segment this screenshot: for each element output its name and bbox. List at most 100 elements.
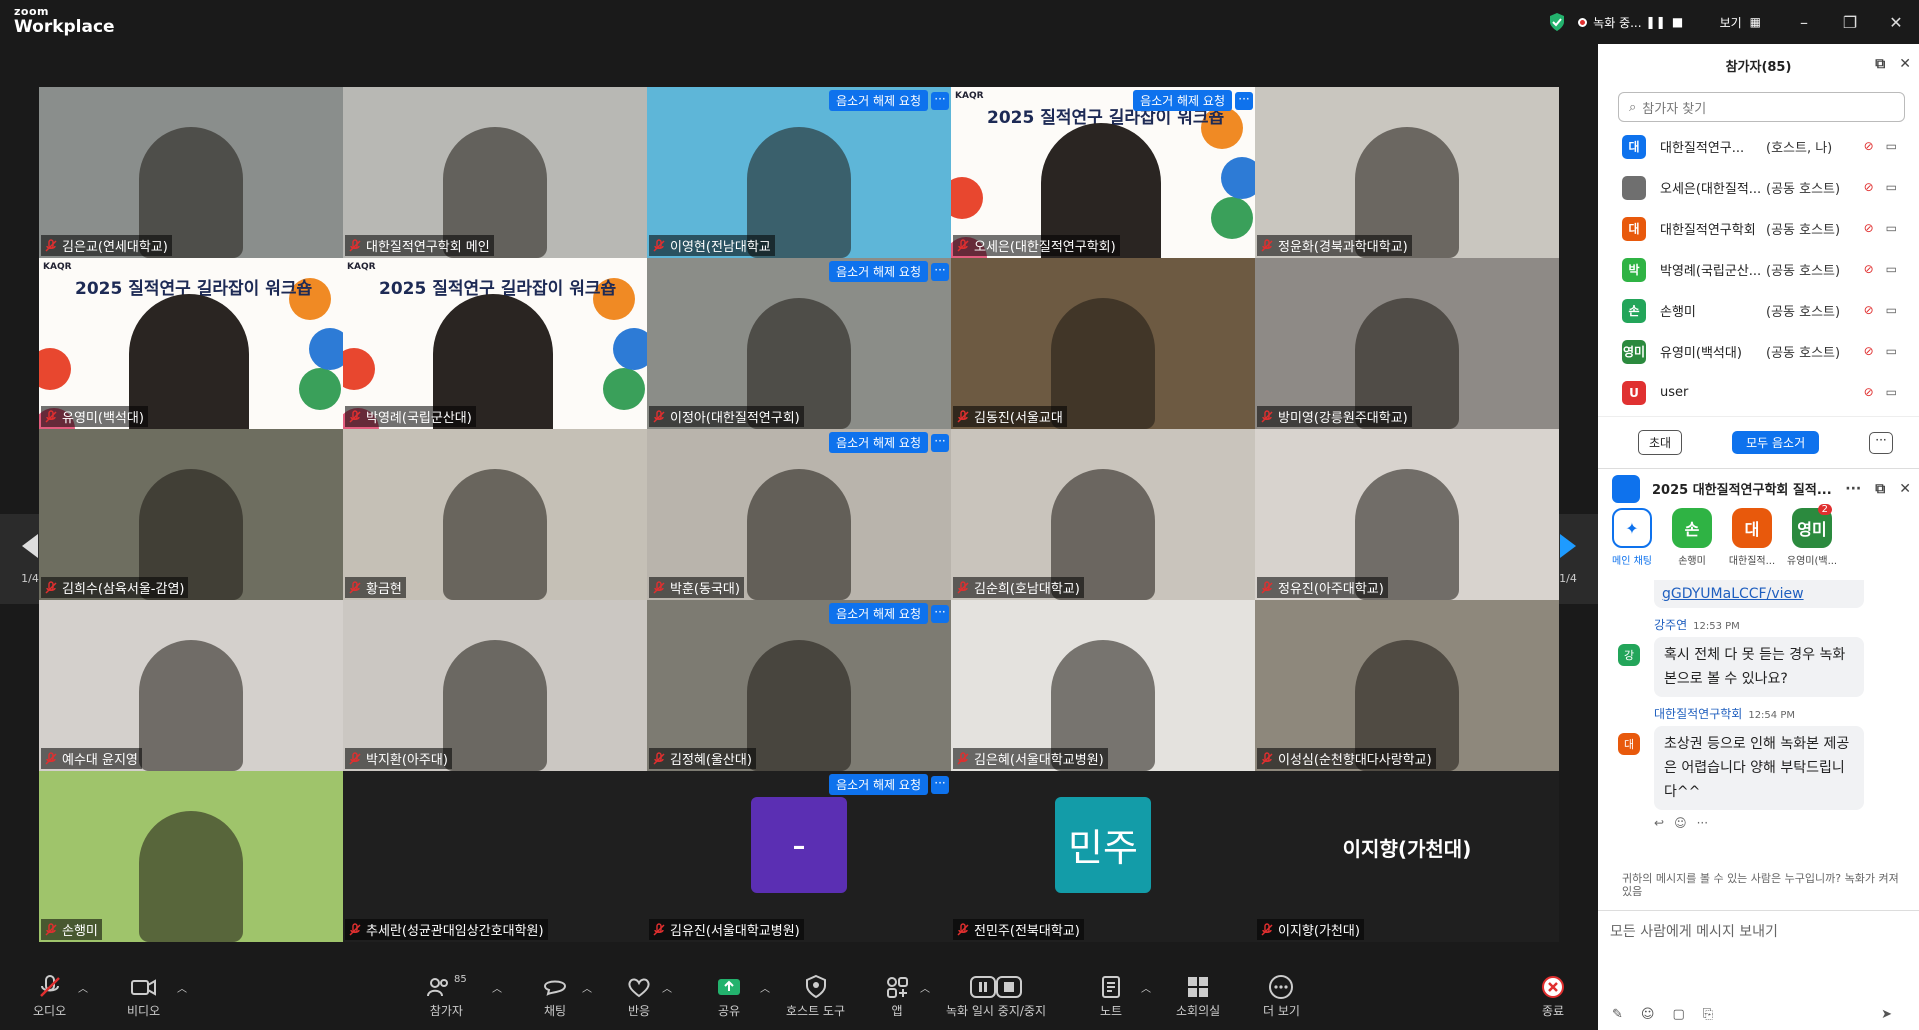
muted-mic-icon[interactable]: ⊘ (1864, 139, 1874, 153)
chat-tab[interactable]: ✦ 메인 채팅 (1606, 508, 1658, 580)
stop-recording-icon[interactable]: ■ (1670, 14, 1686, 30)
video-tile[interactable]: 음소거 해제 요청 ··· 이정아(대한질적연구회) (647, 258, 951, 429)
participants-button[interactable]: 85 참가자 (426, 974, 467, 1019)
share-button[interactable]: 공유 (716, 974, 742, 1019)
breakout-rooms-button[interactable]: 소회의실 (1176, 974, 1220, 1019)
video-tile[interactable]: 예수대 윤지영 (39, 600, 343, 771)
participant-row[interactable]: 대 대한질적연구... (호스트, 나) ⊘ ▭ (1598, 126, 1919, 167)
minimize-icon[interactable]: – (1781, 0, 1827, 44)
video-tile[interactable]: 정유진(아주대학교) (1255, 429, 1559, 600)
participant-row[interactable]: 대 대한질적연구학회 (공동 호스트) ⊘ ▭ (1598, 208, 1919, 249)
react-button[interactable]: 반응 (626, 974, 652, 1019)
reply-icon[interactable]: ↩ (1654, 816, 1664, 830)
participant-row[interactable]: 오세은(대한질적... (공동 호스트) ⊘ ▭ (1598, 167, 1919, 208)
video-tile[interactable]: KAQR 2025 질적연구 길라잡이 워크숍 유영미(백석대) (39, 258, 343, 429)
end-meeting-button[interactable]: 종료 (1540, 974, 1566, 1019)
participant-search-input[interactable]: ⌕ 참가자 찾기 (1618, 92, 1905, 122)
emoji-icon[interactable]: ☺ (1674, 816, 1687, 830)
camera-icon[interactable]: ▭ (1886, 303, 1897, 317)
tile-more-icon[interactable]: ··· (931, 91, 949, 110)
video-tile[interactable]: 음소거 해제 요청 ··· 이영현(전남대학교 (647, 87, 951, 258)
camera-icon[interactable]: ▭ (1886, 385, 1897, 399)
video-tile[interactable]: 민주 전민주(전북대학교) (951, 771, 1255, 942)
tile-more-icon[interactable]: ··· (931, 604, 949, 623)
camera-icon[interactable]: ▭ (1886, 262, 1897, 276)
notes-button[interactable]: 노트 (1098, 974, 1124, 1019)
message-bubble[interactable]: 혹시 전체 다 못 듣는 경우 녹화본으로 볼 수 있나요? (1654, 637, 1864, 697)
react-caret-icon[interactable]: ︿ (662, 980, 672, 995)
chat-edit-icon[interactable] (1612, 474, 1640, 503)
video-tile[interactable]: 손행미 (39, 771, 343, 942)
muted-mic-icon[interactable]: ⊘ (1864, 385, 1874, 399)
muted-mic-icon[interactable]: ⊘ (1864, 303, 1874, 317)
chat-button[interactable]: 채팅 (542, 974, 568, 1019)
popout-icon[interactable]: ⧉ (1875, 56, 1885, 72)
camera-icon[interactable]: ▭ (1886, 344, 1897, 358)
video-tile[interactable]: 대한질적연구학회 메인 (343, 87, 647, 258)
emoji-picker-icon[interactable]: ☺ (1641, 1007, 1655, 1022)
close-panel-icon[interactable]: ✕ (1899, 56, 1911, 72)
video-tile[interactable]: 김순희(호남대학교) (951, 429, 1255, 600)
video-tile[interactable]: 음소거 해제 요청 ··· 박훈(동국대) (647, 429, 951, 600)
more-button[interactable]: 더 보기 (1263, 974, 1300, 1019)
restore-icon[interactable]: ❐ (1827, 0, 1873, 44)
chat-input[interactable]: 모든 사람에게 메시지 보내기 ✎ ☺ ▢ ⎘ ➤ (1598, 910, 1919, 1030)
security-shield-icon[interactable] (1548, 12, 1566, 32)
apps-button[interactable]: 앱 (884, 974, 910, 1019)
pause-recording-button[interactable]: 녹화 일시 중지/중지 (946, 974, 1046, 1019)
unmute-request-button[interactable]: 음소거 해제 요청 (829, 261, 928, 282)
unmute-request-button[interactable]: 음소거 해제 요청 (829, 774, 928, 795)
chat-tab[interactable]: 손 손행미 (1666, 508, 1718, 580)
video-tile[interactable]: 음소거 해제 요청 ··· 김정혜(울산대) (647, 600, 951, 771)
video-tile[interactable]: - 음소거 해제 요청 ··· 김유진(서울대학교병원) (647, 771, 951, 942)
video-tile[interactable]: 김은교(연세대학교) (39, 87, 343, 258)
close-window-icon[interactable]: ✕ (1873, 0, 1919, 44)
send-icon[interactable]: ➤ (1881, 1007, 1892, 1022)
file-icon[interactable]: ▢ (1672, 1007, 1684, 1022)
notes-caret-icon[interactable]: ︿ (1141, 980, 1151, 995)
host-tools-button[interactable]: 호스트 도구 (786, 974, 845, 1019)
tile-more-icon[interactable]: ··· (931, 433, 949, 452)
unmute-request-button[interactable]: 음소거 해제 요청 (829, 603, 928, 624)
video-tile[interactable]: 황금현 (343, 429, 647, 600)
video-tile[interactable]: 추세란(성균관대임상간호대학원) (343, 771, 647, 942)
participant-row[interactable]: 손 손행미 (공동 호스트) ⊘ ▭ (1598, 290, 1919, 331)
chat-close-icon[interactable]: ✕ (1899, 481, 1911, 497)
invite-button[interactable]: 초대 (1638, 430, 1683, 455)
video-tile[interactable]: 김은혜(서울대학교병원) (951, 600, 1255, 771)
tile-more-icon[interactable]: ··· (931, 775, 949, 794)
chat-more-icon[interactable]: ··· (1845, 481, 1861, 497)
video-tile[interactable]: 이성심(순천향대다사랑학교) (1255, 600, 1559, 771)
format-icon[interactable]: ✎ (1612, 1007, 1623, 1022)
video-tile[interactable]: 이지향(가천대) 이지향(가천대) (1255, 771, 1559, 942)
message-bubble[interactable]: 초상권 등으로 인해 녹화본 제공은 어렵습니다 양해 부탁드립니다^^ (1654, 726, 1864, 810)
video-caret-icon[interactable]: ︿ (177, 980, 187, 995)
participant-row[interactable]: Uuser ⊘ ▭ (1598, 372, 1919, 413)
mute-all-button[interactable]: 모두 음소거 (1732, 431, 1820, 454)
pause-recording-icon[interactable]: ❚❚ (1646, 14, 1666, 30)
camera-icon[interactable]: ▭ (1886, 180, 1897, 194)
audio-button[interactable]: 오디오 (33, 974, 66, 1019)
tile-more-icon[interactable]: ··· (931, 262, 949, 281)
video-tile[interactable]: KAQR 2025 질적연구 길라잡이 워크숍 음소거 해제 요청 ··· 오세은(대한… (951, 87, 1255, 258)
share-caret-icon[interactable]: ︿ (760, 980, 770, 995)
video-tile[interactable]: 방미영(강릉원주대학교) (1255, 258, 1559, 429)
chat-popout-icon[interactable]: ⧉ (1875, 481, 1885, 497)
chat-tab[interactable]: 영미 유영미(백... 2 (1786, 504, 1838, 580)
muted-mic-icon[interactable]: ⊘ (1864, 262, 1874, 276)
audio-caret-icon[interactable]: ︿ (78, 980, 88, 995)
video-tile[interactable]: 김동진(서울교대 (951, 258, 1255, 429)
muted-mic-icon[interactable]: ⊘ (1864, 180, 1874, 194)
chat-tab[interactable]: 대 대한질적... (1726, 508, 1778, 580)
camera-icon[interactable]: ▭ (1886, 139, 1897, 153)
participant-row[interactable]: 영미 유영미(백석대) (공동 호스트) ⊘ ▭ (1598, 331, 1919, 372)
video-tile[interactable]: 박지환(아주대) (343, 600, 647, 771)
video-tile[interactable]: KAQR 2025 질적연구 길라잡이 워크숍 박영례(국립군산대) (343, 258, 647, 429)
muted-mic-icon[interactable]: ⊘ (1864, 221, 1874, 235)
chat-link[interactable]: gGDYUMaLCCF/view (1654, 580, 1864, 608)
message-more-icon[interactable]: ··· (1697, 816, 1708, 830)
chat-caret-icon[interactable]: ︿ (582, 980, 592, 995)
participant-row[interactable]: 박 박영례(국립군산... (공동 호스트) ⊘ ▭ (1598, 249, 1919, 290)
more-options-button[interactable]: ··· (1869, 431, 1893, 454)
video-button[interactable]: 비디오 (127, 974, 160, 1019)
